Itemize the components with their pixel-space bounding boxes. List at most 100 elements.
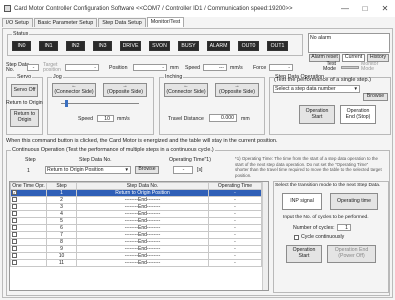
one-time-opr-checkbox[interactable] [12, 253, 17, 259]
speed-unit: mm/s [230, 65, 243, 71]
step-cell: 5 [46, 217, 77, 225]
test-mode-label: Test Mode [323, 61, 336, 73]
status-label: Status [12, 31, 30, 37]
one-time-opr-cell[interactable] [10, 238, 47, 246]
table-row[interactable]: 4 --------End-------- - [10, 210, 262, 218]
operating-time-cell: - [208, 217, 262, 225]
step-cell: 2 [46, 196, 77, 204]
inch-connector-button[interactable]: ← (Connector Side) [164, 83, 208, 97]
return-origin-button[interactable]: Return to Origin [10, 109, 39, 127]
signal-out1: OUT1 [267, 41, 288, 51]
return-origin-label: Return to Origin [6, 100, 43, 106]
one-time-opr-cell[interactable] [10, 259, 47, 267]
step-op-start-button[interactable]: Operation Start [299, 105, 335, 124]
speed-value: --- [203, 64, 227, 71]
signal-svon: SVON [149, 41, 170, 51]
one-time-opr-checkbox[interactable] [12, 246, 17, 252]
mode-slider[interactable] [341, 66, 359, 69]
one-time-opr-cell[interactable] [10, 231, 47, 239]
travel-distance-unit: mm [241, 116, 250, 122]
tab-content: Status IN0 IN1 IN2 IN3 DRIVE SVON BUSY A… [2, 28, 393, 298]
tab-io-setup[interactable]: I/O Setup [2, 18, 33, 27]
one-time-opr-cell[interactable] [10, 252, 47, 260]
one-time-opr-cell[interactable] [10, 196, 47, 204]
table-row[interactable]: 7 --------End-------- - [10, 231, 262, 239]
table-row[interactable]: 10 --------End-------- - [10, 252, 262, 260]
step-data-cell: --------End-------- [76, 245, 209, 253]
step-cell: 1 [46, 189, 77, 197]
jog-opposite-button[interactable]: → (Opposite Side) [103, 83, 147, 97]
tab-step-data[interactable]: Step Data Setup [98, 18, 146, 27]
step-op-end-button[interactable]: Operation End (Stop) [340, 105, 376, 124]
one-time-opr-checkbox[interactable]: ✓ [12, 190, 17, 196]
close-button[interactable]: ✕ [376, 0, 394, 17]
table-row[interactable]: 3 --------End-------- - [10, 203, 262, 211]
operating-time-cell: - [208, 189, 262, 197]
one-time-opr-cell[interactable]: ✓ [10, 189, 47, 197]
operating-time-button[interactable]: Operating time [330, 193, 378, 210]
one-time-opr-checkbox[interactable] [12, 211, 17, 217]
cont-step-data-select[interactable]: Return to Origin Position ▼ [45, 166, 131, 174]
step-data-cell: --------End-------- [76, 259, 209, 267]
position-unit: mm [170, 65, 179, 71]
table-row[interactable]: 8 --------End-------- - [10, 238, 262, 246]
one-time-opr-cell[interactable] [10, 210, 47, 218]
step-data-no-label: Step Data No. [6, 62, 30, 74]
one-time-opr-checkbox[interactable] [12, 232, 17, 238]
table-row[interactable]: 9 --------End-------- - [10, 245, 262, 253]
one-time-opr-cell[interactable] [10, 224, 47, 232]
table-row[interactable]: 5 --------End-------- - [10, 217, 262, 225]
one-time-opr-checkbox[interactable] [12, 197, 17, 203]
one-time-opr-checkbox[interactable] [12, 218, 17, 224]
step-data-no-value: - [27, 64, 39, 71]
step-data-cell: Return to Origin Position [76, 189, 209, 197]
one-time-opr-checkbox[interactable] [12, 204, 17, 210]
cont-browse-button[interactable]: Browse [135, 166, 159, 174]
app-icon [4, 5, 11, 12]
step-op-select[interactable]: Select a step data number ▼ [273, 85, 360, 93]
one-time-opr-checkbox[interactable] [12, 225, 17, 231]
signal-alarm: ALARM [207, 41, 230, 51]
cont-end-button[interactable]: Operation End (Power Off) [327, 245, 376, 263]
step-data-cell: --------End-------- [76, 196, 209, 204]
jog-label: Jog [52, 74, 63, 80]
travel-distance-input[interactable]: 0.000 [209, 114, 237, 122]
position-label: Position [109, 65, 128, 71]
table-row[interactable]: 2 --------End-------- - [10, 196, 262, 204]
jog-speed-slider-thumb[interactable] [65, 100, 68, 107]
cycle-continuously-checkbox-row[interactable]: Cycle continuously [294, 234, 344, 240]
table-row[interactable]: 11 --------End-------- - [10, 259, 262, 267]
cont-op-time-unit: [s] [197, 167, 203, 173]
tab-basic-parameter[interactable]: Basic Parameter Setup [33, 18, 98, 27]
inp-signal-button[interactable]: INP signal [282, 193, 322, 210]
step-op-browse-button[interactable]: Browse [363, 93, 388, 101]
force-label: Force [253, 65, 267, 71]
signal-in0: IN0 [12, 41, 31, 51]
cycle-continuously-label: Cycle continuously [301, 234, 345, 240]
target-position-value: - [65, 64, 99, 71]
one-time-opr-cell[interactable] [10, 245, 47, 253]
one-time-opr-checkbox[interactable] [12, 239, 17, 245]
maximize-button[interactable]: □ [356, 0, 374, 17]
table-row[interactable]: ✓ 1 Return to Origin Position - [10, 189, 262, 197]
table-row[interactable]: 6 --------End-------- - [10, 224, 262, 232]
cont-op-time-input[interactable]: - [173, 166, 193, 174]
operating-time-cell: - [208, 252, 262, 260]
tab-monitor-test[interactable]: Monitor/Test [146, 17, 185, 27]
step-table-grid: One Time Opr. Step Step Data No. Operati… [10, 182, 262, 267]
jog-speed-input[interactable]: 10 [97, 115, 114, 122]
continuous-label: Continuous Operation (Test the performan… [11, 147, 215, 153]
table-scrollbar[interactable] [262, 182, 268, 290]
cycle-continuously-checkbox[interactable] [294, 234, 299, 240]
inch-opposite-button[interactable]: → (Opposite Side) [215, 83, 259, 97]
servo-off-button[interactable]: Servo Off [11, 84, 38, 97]
step-cell: 7 [46, 231, 77, 239]
jog-connector-button[interactable]: ← (Connector Side) [52, 83, 96, 97]
num-cycles-input[interactable]: 1 [337, 224, 351, 231]
minimize-button[interactable]: — [336, 0, 354, 17]
one-time-opr-checkbox[interactable] [12, 260, 17, 266]
one-time-opr-cell[interactable] [10, 217, 47, 225]
alarm-display: No alarm [308, 33, 390, 53]
one-time-opr-cell[interactable] [10, 203, 47, 211]
cont-start-button[interactable]: Operation Start [286, 245, 322, 263]
